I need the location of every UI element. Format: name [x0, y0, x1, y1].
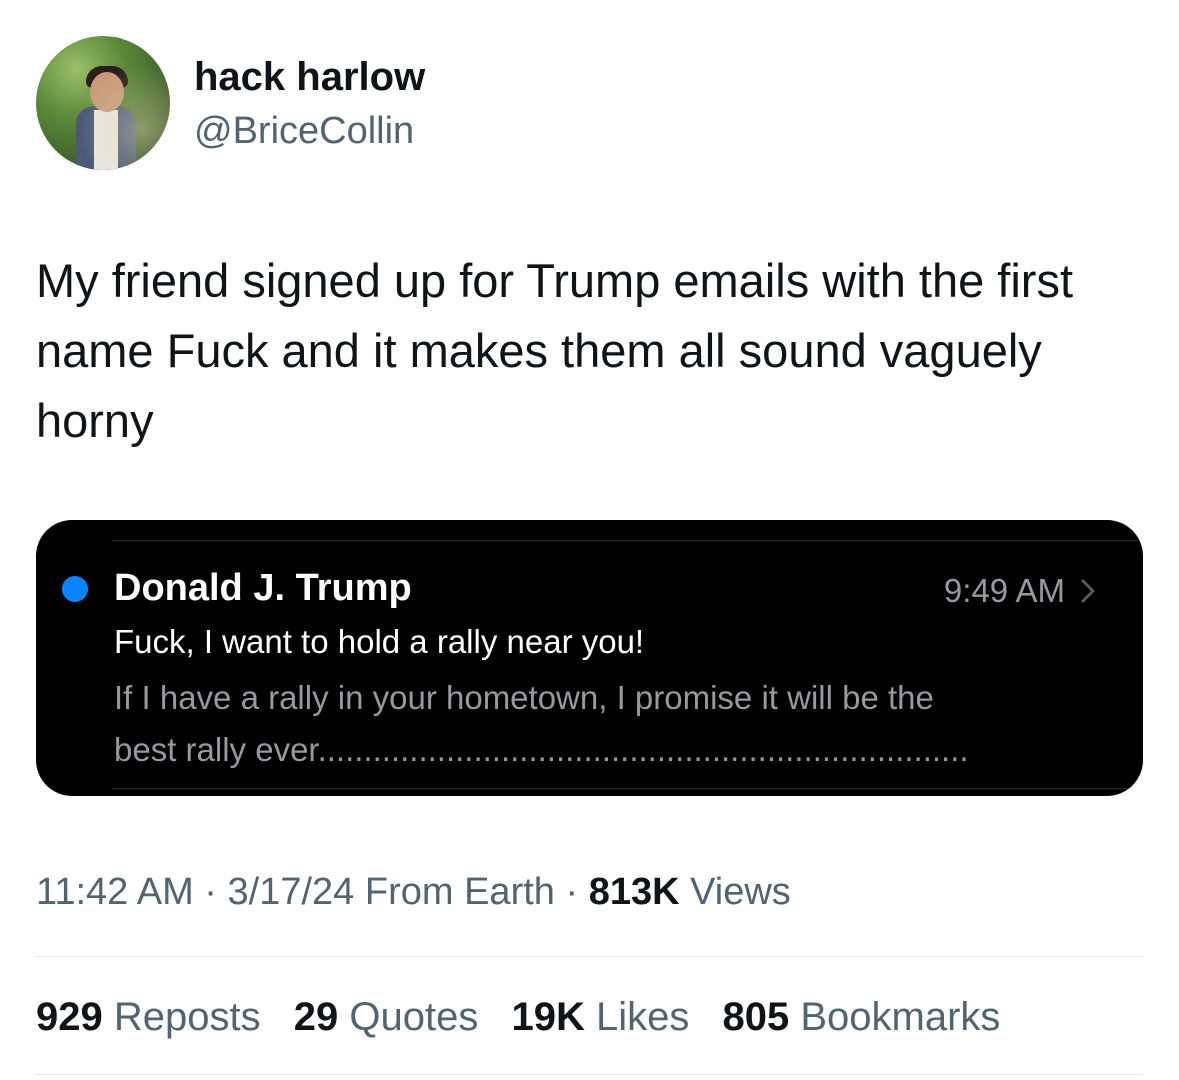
stat-count: 19K	[511, 995, 585, 1039]
stat-count: 29	[293, 995, 339, 1039]
email-bottom-divider	[112, 788, 1143, 789]
avatar-light	[36, 36, 170, 170]
views-count: 813K	[588, 871, 680, 913]
stat-reposts[interactable]: 929 Reposts	[36, 992, 261, 1042]
display-name[interactable]: hack harlow	[194, 54, 425, 100]
email-time: 9:49 AM	[943, 572, 1065, 609]
tweet-source: From Earth	[364, 871, 555, 913]
stat-bookmarks[interactable]: 805 Bookmarks	[723, 992, 1001, 1042]
divider	[36, 956, 1143, 957]
stat-label: Bookmarks	[800, 995, 1001, 1039]
user-handle[interactable]: @BriceCollin	[194, 108, 414, 154]
meta-separator: ·	[204, 871, 217, 913]
tweet-text: My friend signed up for Trump emails wit…	[36, 254, 1074, 447]
views-label[interactable]: Views	[690, 871, 791, 913]
chevron-right-icon	[1081, 579, 1095, 603]
engagement-stats: 929 Reposts 29 Quotes 19K Likes 805 Book…	[36, 992, 1022, 1042]
email-preview: If I have a rally in your hometown, I pr…	[114, 672, 1104, 776]
email-screenshot[interactable]: Donald J. Trump 9:49 AM Fuck, I want to …	[36, 520, 1143, 796]
divider	[36, 1074, 1143, 1075]
tweet-time[interactable]: 11:42 AM	[36, 871, 194, 913]
email-sender: Donald J. Trump	[114, 567, 412, 609]
meta-separator: ·	[565, 871, 579, 913]
stat-label: Quotes	[349, 995, 479, 1039]
stat-label: Likes	[595, 995, 690, 1039]
tweet-meta: 11:42 AM · 3/17/24 From Earth · 813K Vie…	[36, 868, 791, 916]
email-top-divider	[112, 540, 1143, 541]
email-preview-line-2: best rally ever.........................…	[114, 731, 969, 768]
unread-dot-icon	[62, 576, 88, 602]
tweet-date[interactable]: 3/17/24	[228, 871, 355, 913]
avatar[interactable]	[36, 36, 170, 170]
stat-count: 929	[36, 995, 103, 1039]
stat-count: 805	[722, 995, 790, 1039]
stat-label: Reposts	[113, 995, 261, 1039]
email-preview-line-1: If I have a rally in your hometown, I pr…	[114, 679, 934, 716]
email-subject: Fuck, I want to hold a rally near you!	[114, 623, 645, 660]
stat-likes[interactable]: 19K Likes	[511, 992, 689, 1042]
stat-quotes[interactable]: 29 Quotes	[294, 992, 479, 1042]
